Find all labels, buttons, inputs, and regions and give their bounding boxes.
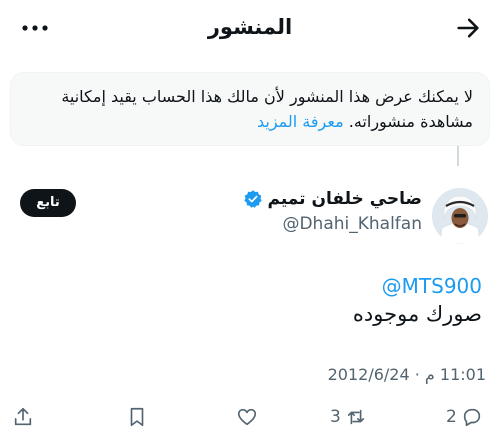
share-button[interactable] xyxy=(12,406,34,428)
like-icon xyxy=(237,408,257,426)
author-name-row: ضاحي خلفان تميم xyxy=(243,189,422,209)
retweet-icon xyxy=(347,409,364,425)
verified-badge-icon xyxy=(243,190,262,208)
like-button[interactable] xyxy=(236,406,262,428)
follow-button[interactable]: تابع xyxy=(20,189,76,217)
top-bar: المنشور xyxy=(0,0,500,62)
share-icon xyxy=(14,407,32,426)
restricted-notice: لا يمكنك عرض هذا المنشور لأن مالك هذا ال… xyxy=(10,72,490,146)
retweet-count: 3 xyxy=(330,407,341,427)
more-options-button[interactable] xyxy=(20,18,50,38)
author-display-name[interactable]: ضاحي خلفان تميم xyxy=(268,189,422,209)
tweet-timestamp[interactable]: 11:01 م · 2012/6/24 xyxy=(328,365,486,384)
reply-button[interactable]: 2 xyxy=(446,406,483,428)
tweet-text: صورك موجوده xyxy=(352,302,482,326)
more-horizontal-icon xyxy=(22,25,48,31)
reply-icon xyxy=(463,408,480,427)
author-handle[interactable]: @Dhahi_Khalfan xyxy=(282,214,422,234)
retweet-button[interactable]: 3 xyxy=(330,406,367,428)
avatar[interactable] xyxy=(432,188,488,244)
avatar-image xyxy=(432,188,488,244)
mention-link[interactable]: @MTS900 xyxy=(382,274,482,298)
thread-connector xyxy=(457,146,459,166)
bookmark-icon xyxy=(130,407,144,427)
bookmark-button[interactable] xyxy=(126,406,148,428)
page-title: المنشور xyxy=(207,15,293,39)
learn-more-link[interactable]: معرفة المزيد xyxy=(257,112,344,131)
reply-count: 2 xyxy=(446,407,457,427)
action-bar: 3 2 xyxy=(0,400,500,435)
